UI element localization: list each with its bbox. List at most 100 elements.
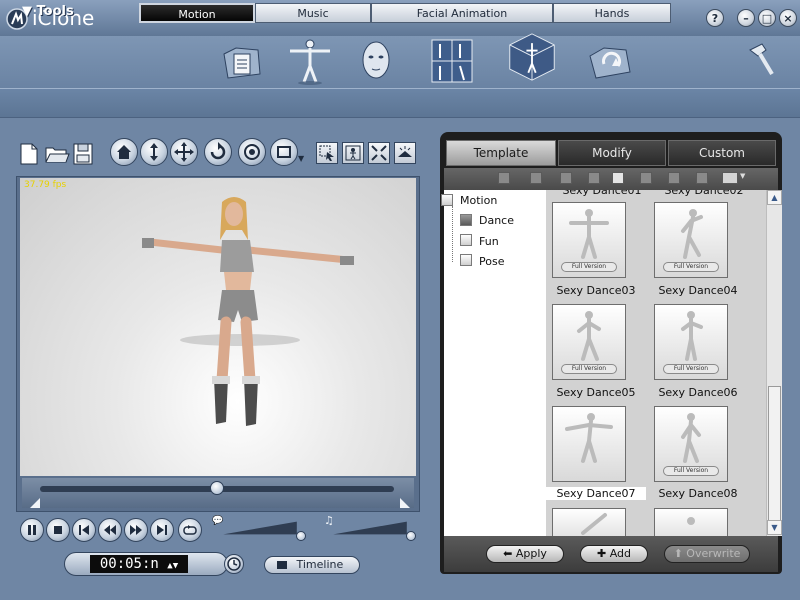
motion-icon[interactable] bbox=[424, 36, 480, 86]
fast-forward-button[interactable] bbox=[124, 518, 148, 542]
loop-button[interactable] bbox=[178, 518, 202, 542]
paste-icon[interactable] bbox=[640, 172, 652, 184]
motion-thumbnail[interactable]: Full Version bbox=[552, 202, 626, 278]
tree-item-motion[interactable]: Motion bbox=[460, 194, 497, 207]
move-arrows-icon bbox=[174, 142, 194, 162]
tools-hammer-icon[interactable] bbox=[740, 36, 780, 86]
camera-view-icon bbox=[277, 146, 291, 158]
tab-music[interactable]: Music bbox=[255, 3, 371, 23]
tree-item-pose[interactable]: Pose bbox=[479, 255, 504, 268]
motion-thumbnail[interactable]: Full Version bbox=[552, 304, 626, 380]
rotate-button[interactable] bbox=[204, 138, 232, 166]
export-icon[interactable] bbox=[582, 36, 638, 86]
stage-icon[interactable] bbox=[504, 32, 560, 82]
add-label: Add bbox=[609, 547, 631, 560]
scrub-thumb[interactable] bbox=[210, 481, 224, 495]
home-icon bbox=[117, 145, 131, 159]
cut-icon[interactable] bbox=[588, 172, 600, 184]
full-version-badge: Full Version bbox=[663, 466, 719, 476]
apply-button[interactable]: ⬅ Apply bbox=[486, 545, 564, 563]
overwrite-button[interactable]: ⬆ Overwrite bbox=[664, 545, 750, 563]
tree-item-fun[interactable]: Fun bbox=[479, 235, 499, 248]
full-version-badge: Full Version bbox=[663, 364, 719, 374]
scroll-thumb[interactable] bbox=[768, 386, 781, 528]
scale-button[interactable] bbox=[238, 138, 266, 166]
motion-caption: Sexy Dance03 bbox=[556, 284, 636, 297]
move-vertical-button[interactable] bbox=[140, 138, 168, 166]
home-button[interactable] bbox=[110, 138, 138, 166]
maximize-button[interactable]: □ bbox=[758, 9, 776, 27]
select-tool-button[interactable] bbox=[316, 142, 338, 164]
save-icon[interactable] bbox=[72, 142, 94, 166]
character-icon[interactable] bbox=[282, 36, 338, 86]
open-folder-icon[interactable] bbox=[44, 142, 70, 166]
fps-counter: 37.79 fps bbox=[24, 180, 67, 190]
character-avatar[interactable] bbox=[130, 190, 370, 440]
tab-modify[interactable]: Modify bbox=[558, 140, 666, 166]
motion-thumbnail[interactable]: Full Version bbox=[654, 202, 728, 278]
tab-facial-animation[interactable]: Facial Animation bbox=[371, 3, 553, 23]
timeline-button[interactable]: Timeline bbox=[264, 556, 360, 574]
motion-thumbnail[interactable] bbox=[552, 508, 626, 536]
chevron-down-icon[interactable]: ▼ bbox=[298, 154, 304, 163]
time-display[interactable]: 00:05:n ▲▼ bbox=[90, 555, 188, 573]
tab-custom[interactable]: Custom bbox=[668, 140, 776, 166]
new-file-icon[interactable] bbox=[18, 142, 40, 166]
dance-pose-icon bbox=[687, 517, 695, 525]
select-arrow-icon bbox=[319, 145, 334, 161]
go-to-start-button[interactable] bbox=[72, 518, 96, 542]
spin-arrows-icon[interactable]: ▲▼ bbox=[167, 561, 178, 571]
stop-button[interactable] bbox=[46, 518, 70, 542]
project-icon[interactable] bbox=[214, 36, 270, 86]
music-volume-slider[interactable] bbox=[322, 520, 418, 536]
folder-up-icon[interactable] bbox=[530, 172, 542, 184]
rewind-icon bbox=[104, 525, 116, 535]
properties-icon[interactable] bbox=[696, 172, 708, 184]
go-to-end-button[interactable] bbox=[150, 518, 174, 542]
minimize-button[interactable]: – bbox=[737, 9, 755, 27]
voice-volume-thumb[interactable] bbox=[296, 531, 306, 541]
fit-view-button[interactable] bbox=[368, 142, 390, 164]
view-mode-chevron-icon[interactable]: ▼ bbox=[740, 172, 745, 180]
tree-item-dance[interactable]: Dance bbox=[479, 214, 514, 227]
pick-tool-button[interactable] bbox=[342, 142, 364, 164]
pause-button[interactable] bbox=[20, 518, 44, 542]
folder-icon[interactable] bbox=[498, 172, 510, 184]
tab-template[interactable]: Template bbox=[446, 140, 556, 166]
music-volume-thumb[interactable] bbox=[406, 531, 416, 541]
voice-volume-slider[interactable] bbox=[212, 520, 308, 536]
tree-root-icon bbox=[441, 194, 453, 206]
scroll-down-button[interactable]: ▼ bbox=[767, 520, 782, 535]
scale-icon bbox=[244, 144, 260, 160]
motion-thumbnail[interactable] bbox=[654, 508, 728, 536]
help-button[interactable]: ? bbox=[706, 9, 724, 27]
scroll-up-button[interactable]: ▲ bbox=[767, 190, 782, 205]
move-button[interactable] bbox=[170, 138, 198, 166]
camera-view-button[interactable] bbox=[270, 138, 298, 166]
range-markers bbox=[30, 498, 410, 508]
tab-motion[interactable]: Motion bbox=[139, 3, 255, 23]
caption-partial: Sexy Dance02 bbox=[664, 190, 744, 197]
tab-hands[interactable]: Hands bbox=[553, 3, 671, 23]
add-button[interactable]: ✚ Add bbox=[580, 545, 648, 563]
new-folder-icon[interactable] bbox=[560, 172, 572, 184]
gallery-scrollbar[interactable]: ▲ ▼ bbox=[766, 190, 782, 536]
arrow-left-icon: ⬅ bbox=[503, 547, 513, 560]
face-icon[interactable] bbox=[348, 36, 404, 86]
arrow-up-icon: ⬆ bbox=[673, 547, 683, 560]
motion-thumbnail[interactable]: Full Version bbox=[654, 304, 728, 380]
timeline-icon bbox=[277, 561, 287, 569]
motion-thumbnail[interactable] bbox=[552, 406, 626, 482]
full-version-badge: Full Version bbox=[663, 262, 719, 272]
close-button[interactable]: × bbox=[779, 9, 797, 27]
tree-folder-icon bbox=[460, 214, 472, 226]
range-start-marker bbox=[30, 498, 40, 508]
motion-thumbnail[interactable]: Full Version bbox=[654, 406, 728, 482]
copy-icon[interactable] bbox=[612, 172, 624, 184]
view-mode-icon[interactable] bbox=[722, 172, 738, 184]
tools-menu[interactable]: ▼ Tools bbox=[22, 4, 74, 19]
clock-button[interactable] bbox=[224, 554, 244, 574]
rewind-button[interactable] bbox=[98, 518, 122, 542]
delete-icon[interactable] bbox=[668, 172, 680, 184]
light-view-button[interactable] bbox=[394, 142, 416, 164]
